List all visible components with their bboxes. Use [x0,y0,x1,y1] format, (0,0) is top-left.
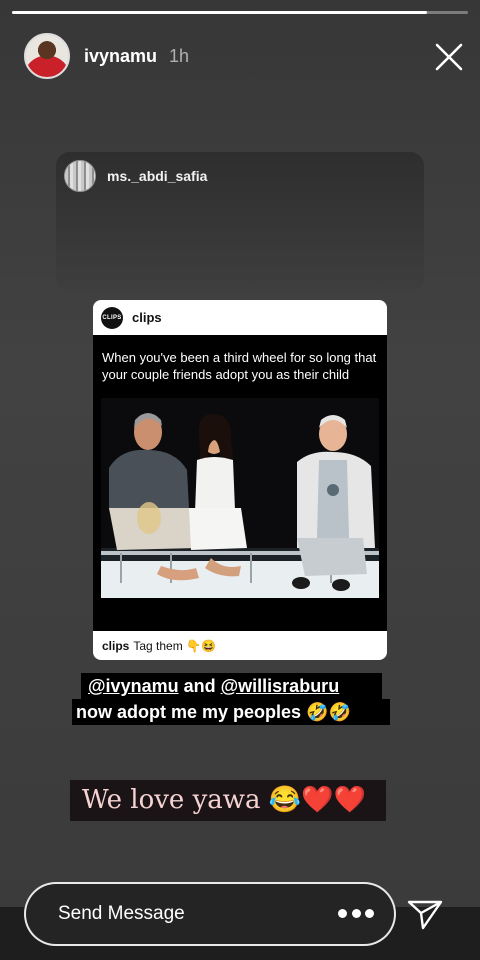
embedded-post[interactable]: CLIPS clips When you've been a third whe… [93,300,387,660]
shared-post-header[interactable]: ms._abdi_safia [64,160,207,192]
embedded-post-account: clips [132,310,162,325]
send-message-input[interactable]: Send Message [24,882,396,946]
post-caption: When you've been a third wheel for so lo… [102,350,377,382]
embedded-post-header: CLIPS clips [93,300,387,335]
story-username[interactable]: ivynamu [84,46,157,67]
shared-post-username[interactable]: ms._abdi_safia [107,168,207,184]
story-header: ivynamu 1h [24,32,189,80]
close-icon[interactable] [434,42,464,72]
footer-account: clips [102,638,130,653]
avatar[interactable] [24,33,70,79]
story-progress-fill [12,11,427,14]
love-text-sticker: We love yawa 😂❤️❤️ [70,780,386,821]
footer-caption: Tag them 👇😆 [133,638,216,653]
embedded-post-footer: clips Tag them 👇😆 [93,631,387,660]
story-progress-bar [12,11,468,14]
story-timestamp: 1h [169,45,190,66]
mention-willisraburu[interactable]: @willisraburu [221,676,340,696]
post-photo [101,398,379,598]
adopt-text-line: now adopt me my peoples 🤣🤣 [72,699,390,725]
love-text: We love yawa [82,785,269,815]
mention-line: @ivynamu and @willisraburu [81,673,382,699]
more-dots-icon[interactable] [338,906,374,920]
send-icon[interactable] [406,896,444,932]
clips-logo: CLIPS [101,306,123,329]
laughing-emoji: 😂 [268,785,302,815]
mention-ivynamu[interactable]: @ivynamu [88,676,179,696]
send-message-placeholder: Send Message [58,903,185,924]
shared-user-avatar[interactable] [64,160,96,192]
mention-connector: and [178,676,221,696]
heart-emojis: ❤️❤️ [301,785,366,815]
